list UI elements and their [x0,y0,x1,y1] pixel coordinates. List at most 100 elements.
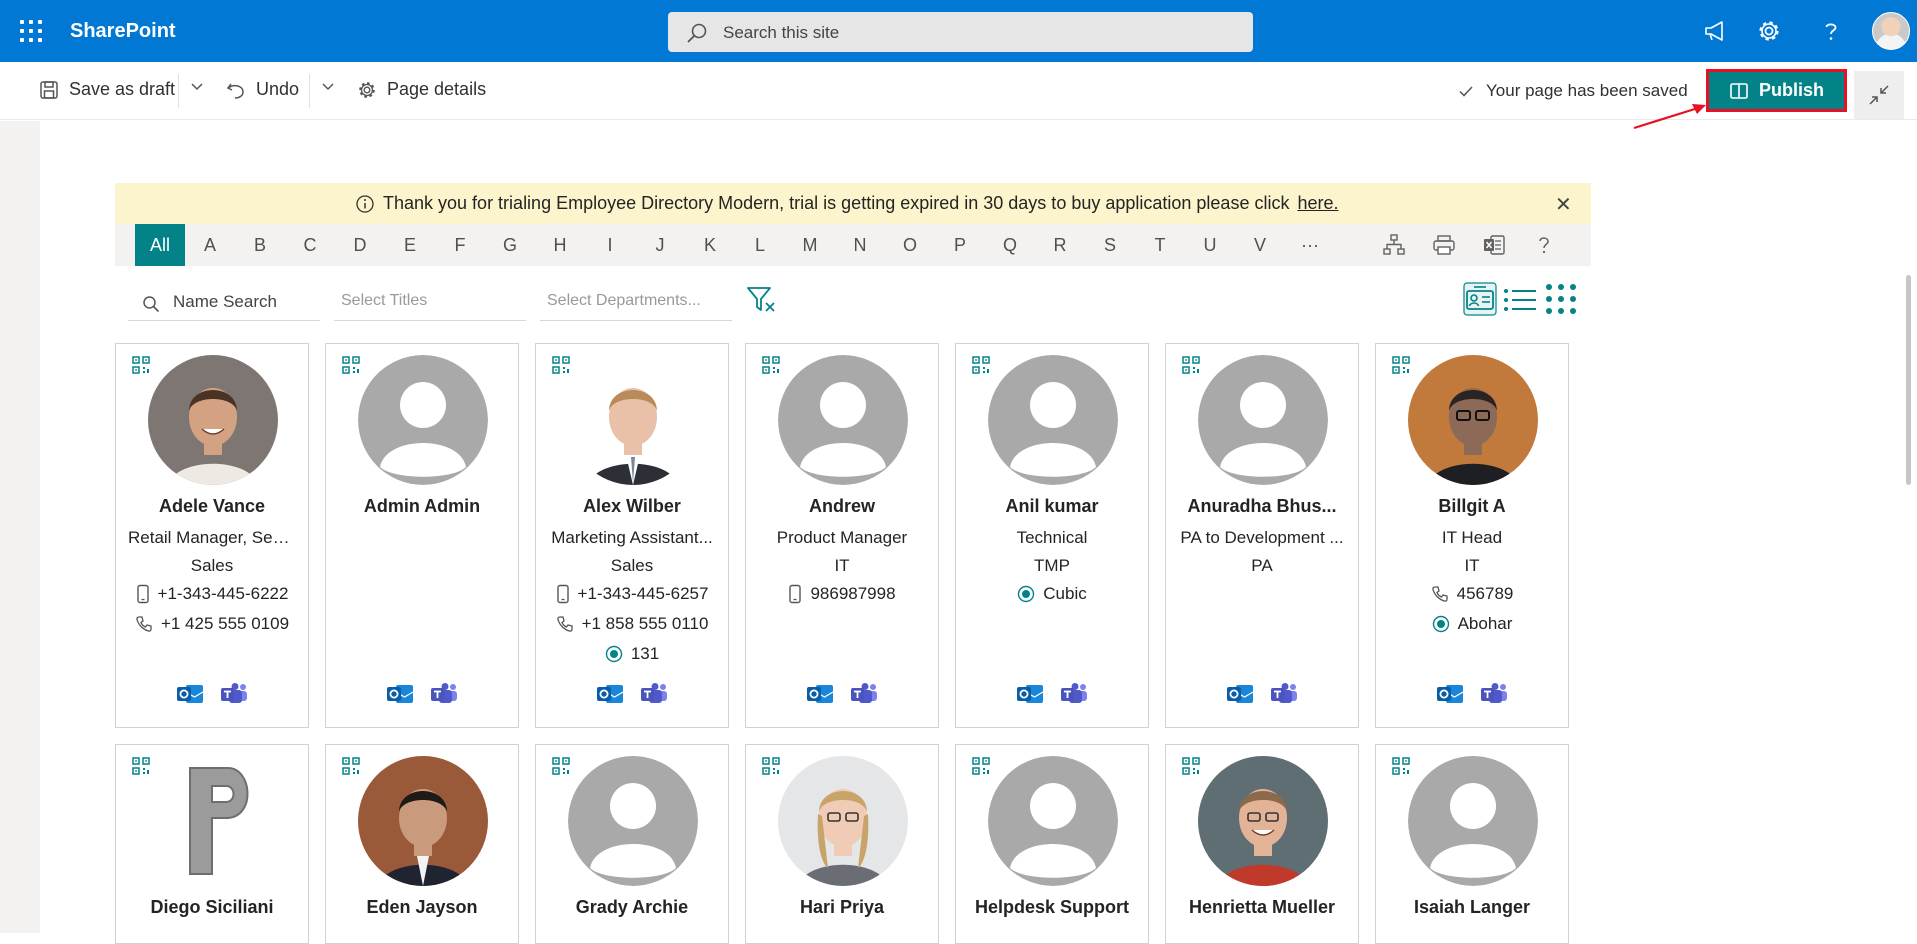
letter-filter[interactable]: G [490,224,530,266]
settings-gear-icon[interactable] [1756,18,1782,44]
letter-filter[interactable]: U [1190,224,1230,266]
teams-icon[interactable] [850,682,878,706]
letter-filter[interactable]: J [640,224,680,266]
employee-name[interactable]: Billgit A [1376,496,1568,517]
app-launcher-icon[interactable] [20,20,42,42]
employee-name[interactable]: Grady Archie [536,897,728,918]
employee-photo[interactable] [1198,355,1328,485]
vertical-scrollbar[interactable] [1906,275,1911,485]
employee-photo[interactable] [358,756,488,886]
employee-phone[interactable]: 456789 [1376,584,1568,604]
qr-code-icon[interactable] [1392,757,1410,775]
qr-code-icon[interactable] [132,757,150,775]
employee-card[interactable]: Hari Priya [745,744,939,944]
print-icon[interactable] [1432,233,1456,257]
teams-icon[interactable] [640,682,668,706]
qr-code-icon[interactable] [1392,356,1410,374]
qr-code-icon[interactable] [132,356,150,374]
outlook-icon[interactable] [1016,682,1044,706]
user-avatar[interactable] [1872,12,1910,50]
qr-code-icon[interactable] [552,757,570,775]
employee-name[interactable]: Anuradha Bhus... [1166,496,1358,517]
qr-code-icon[interactable] [342,757,360,775]
employee-name[interactable]: Hari Priya [746,897,938,918]
employee-photo[interactable] [778,355,908,485]
letter-filter[interactable]: O [890,224,930,266]
qr-code-icon[interactable] [342,356,360,374]
collapse-button[interactable] [1854,71,1904,119]
teams-icon[interactable] [220,682,248,706]
outlook-icon[interactable] [386,682,414,706]
employee-photo[interactable] [1408,756,1538,886]
qr-code-icon[interactable] [1182,757,1200,775]
buy-link[interactable]: here. [1297,193,1338,214]
letter-filter[interactable]: C [290,224,330,266]
outlook-icon[interactable] [176,682,204,706]
qr-code-icon[interactable] [762,757,780,775]
employee-name[interactable]: Andrew [746,496,938,517]
employee-card[interactable]: Henrietta Mueller [1165,744,1359,944]
employee-card[interactable]: Andrew Product Manager IT 986987998 [745,343,939,728]
letter-filter[interactable]: F [440,224,480,266]
letter-filter[interactable]: K [690,224,730,266]
employee-name[interactable]: Eden Jayson [326,897,518,918]
close-icon[interactable]: ✕ [1555,192,1572,217]
employee-photo[interactable] [568,756,698,886]
employee-name[interactable]: Admin Admin [326,496,518,517]
more-letters-button[interactable]: ··· [1290,224,1330,266]
clear-filter-icon[interactable] [746,285,778,315]
site-search-box[interactable]: Search this site [668,12,1253,52]
megaphone-icon[interactable] [1702,18,1728,44]
employee-name[interactable]: Alex Wilber [536,496,728,517]
grid-view-icon[interactable] [1545,283,1577,315]
outlook-icon[interactable] [1436,682,1464,706]
employee-name[interactable]: Diego Siciliani [116,897,308,918]
teams-icon[interactable] [1270,682,1298,706]
letter-filter[interactable]: I [590,224,630,266]
qr-code-icon[interactable] [972,356,990,374]
letter-filter[interactable]: B [240,224,280,266]
employee-photo[interactable] [988,355,1118,485]
employee-card[interactable]: Billgit A IT Head IT 456789 Abohar [1375,343,1569,728]
employee-name[interactable]: Helpdesk Support [956,897,1148,918]
employee-card[interactable]: Eden Jayson [325,744,519,944]
letter-filter[interactable]: Q [990,224,1030,266]
letter-filter[interactable]: M [790,224,830,266]
help-icon[interactable] [1818,18,1844,44]
departments-select[interactable]: Select Departments... [540,287,732,321]
save-options-dropdown[interactable] [190,79,204,93]
app-title[interactable]: SharePoint [70,20,176,43]
employee-card[interactable]: Anil kumar Technical TMP Cubic [955,343,1149,728]
employee-card[interactable]: Admin Admin [325,343,519,728]
employee-name[interactable]: Isaiah Langer [1376,897,1568,918]
employee-phone[interactable]: +1 858 555 0110 [536,614,728,634]
outlook-icon[interactable] [1226,682,1254,706]
qr-code-icon[interactable] [552,356,570,374]
qr-code-icon[interactable] [972,757,990,775]
publish-button[interactable]: Publish [1706,69,1847,112]
letter-filter[interactable]: P [940,224,980,266]
employee-name[interactable]: Anil kumar [956,496,1148,517]
undo-button[interactable]: Undo [226,79,299,100]
employee-card[interactable]: Grady Archie [535,744,729,944]
letter-filter-all[interactable]: All [135,224,185,266]
letter-filter[interactable]: E [390,224,430,266]
employee-photo[interactable] [778,756,908,886]
employee-photo[interactable] [358,355,488,485]
letter-filter[interactable]: H [540,224,580,266]
outlook-icon[interactable] [806,682,834,706]
employee-photo[interactable] [988,756,1118,886]
letter-filter[interactable]: L [740,224,780,266]
save-as-draft-button[interactable]: Save as draft [39,79,175,100]
employee-photo[interactable] [1198,756,1328,886]
name-search-input[interactable]: Name Search [128,287,320,321]
excel-export-icon[interactable] [1482,233,1506,257]
employee-photo[interactable] [1408,355,1538,485]
letter-filter[interactable]: D [340,224,380,266]
employee-photo[interactable] [148,756,278,886]
card-view-icon[interactable] [1463,282,1497,316]
letter-filter[interactable]: A [190,224,230,266]
employee-card[interactable]: Diego Siciliani [115,744,309,944]
employee-mobile[interactable]: 986987998 [746,584,938,604]
letter-filter[interactable]: S [1090,224,1130,266]
